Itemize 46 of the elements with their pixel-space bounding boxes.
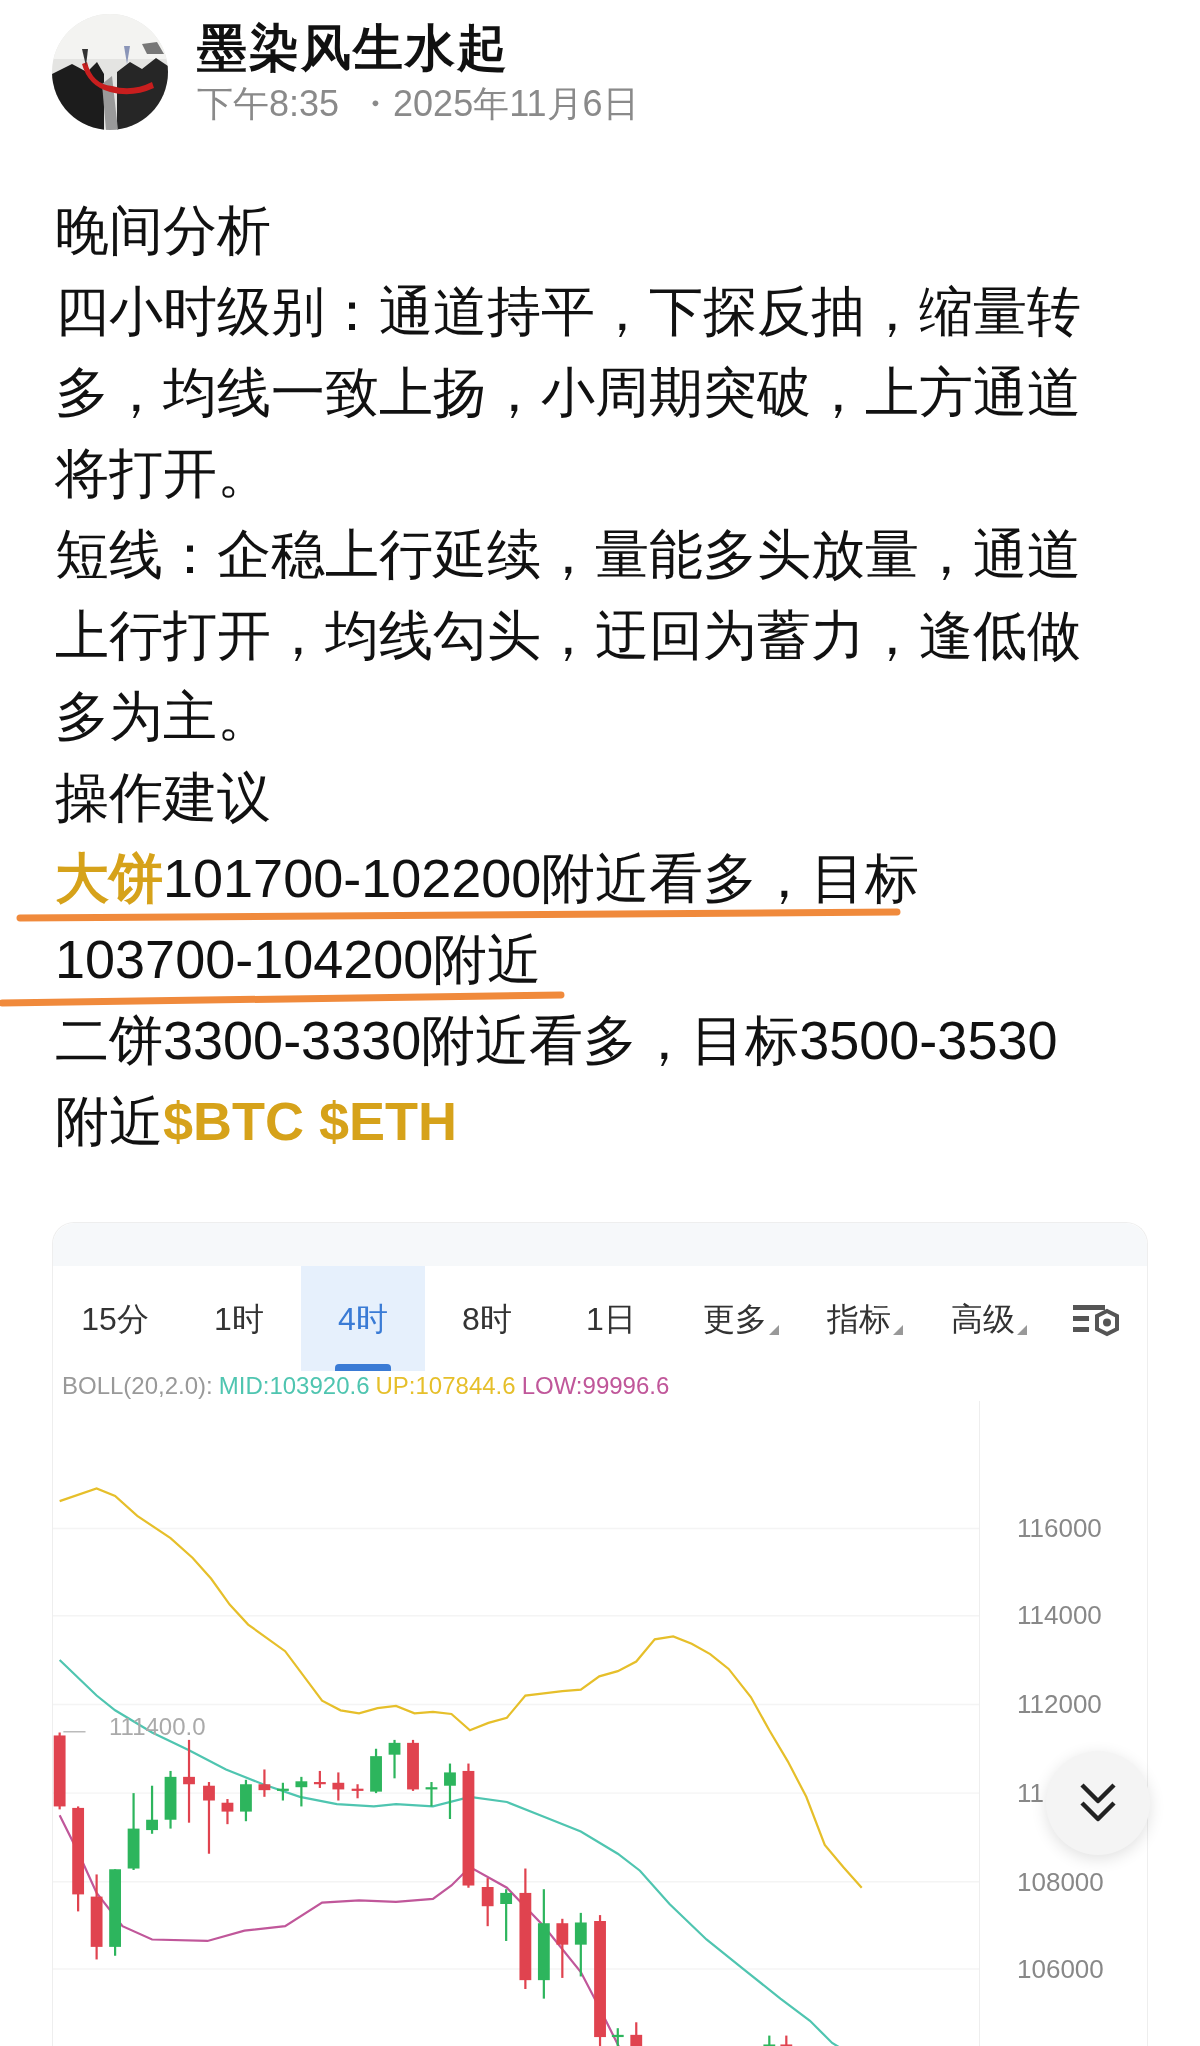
candlestick bbox=[780, 2035, 793, 2046]
indicator-mid: MID:103920.6 bbox=[218, 1371, 370, 1401]
indicator-name: BOLL(20,2.0): bbox=[62, 1371, 213, 1401]
post-paragraph: 晚间分析 bbox=[55, 199, 272, 262]
post-paragraph: 大饼101700-102200附近看多，目标103700-104200附近 bbox=[55, 847, 921, 991]
candlestick bbox=[500, 1889, 513, 1941]
candlestick bbox=[388, 1739, 401, 1779]
price-axis-label: 114000 bbox=[1017, 1600, 1102, 1630]
candlestick bbox=[221, 1799, 234, 1825]
price-line-marker bbox=[62, 1731, 87, 1733]
post-paragraph: 操作建议 bbox=[55, 766, 272, 829]
candlestick bbox=[277, 1782, 289, 1801]
candlestick bbox=[146, 1785, 158, 1834]
candlestick bbox=[332, 1772, 345, 1801]
price-axis-label: 11 bbox=[1017, 1778, 1044, 1808]
candlestick bbox=[203, 1782, 215, 1854]
price-axis-label: 106000 bbox=[1017, 1954, 1104, 1984]
candlestick bbox=[630, 2022, 643, 2046]
candlestick bbox=[407, 1739, 419, 1791]
candlestick bbox=[425, 1782, 438, 1807]
candlestick bbox=[258, 1769, 271, 1797]
candlestick bbox=[164, 1770, 177, 1829]
candlestick bbox=[444, 1763, 456, 1819]
candlestick bbox=[240, 1779, 252, 1822]
timeframe-tab[interactable]: 4时 bbox=[301, 1266, 425, 1371]
price-axis-label: 116000 bbox=[1017, 1513, 1102, 1543]
candlestick bbox=[611, 2028, 624, 2046]
candlestick bbox=[295, 1776, 308, 1807]
post-paragraph: 四小时级别：通道持平，下探反抽，缩量转多，均线一致上扬，小周期突破，上方通道将打开。 bbox=[55, 280, 1082, 505]
candlestick bbox=[574, 1912, 587, 1977]
candlestick bbox=[313, 1770, 326, 1788]
indicator-up: UP:107844.6 bbox=[375, 1371, 516, 1401]
post-time: 下午8:35 bbox=[197, 81, 340, 126]
candlestick bbox=[763, 2035, 776, 2046]
selected-indicator bbox=[335, 1364, 391, 1371]
candlestick bbox=[556, 1918, 569, 1978]
author-name[interactable]: 墨染风生水起 bbox=[197, 15, 639, 80]
post-date: ・2025年11月6日 bbox=[357, 81, 639, 126]
candlestick bbox=[370, 1748, 382, 1794]
price-axis-label: 112000 bbox=[1017, 1689, 1102, 1719]
post-paragraph: 短线：企稳上行延续，量能多头放量，通道上行打开，均线勾头，迂回为蓄力，逢低做多为主。 bbox=[55, 523, 1082, 748]
candlestick bbox=[351, 1784, 364, 1799]
candlestick bbox=[481, 1878, 494, 1927]
price-axis-label: 108000 bbox=[1017, 1867, 1104, 1897]
indicator-low: LOW:99996.6 bbox=[521, 1371, 670, 1401]
post-paragraph: 二饼3300-3330附近看多，目标3500-3530附近$BTC $ETH bbox=[55, 1009, 1059, 1153]
